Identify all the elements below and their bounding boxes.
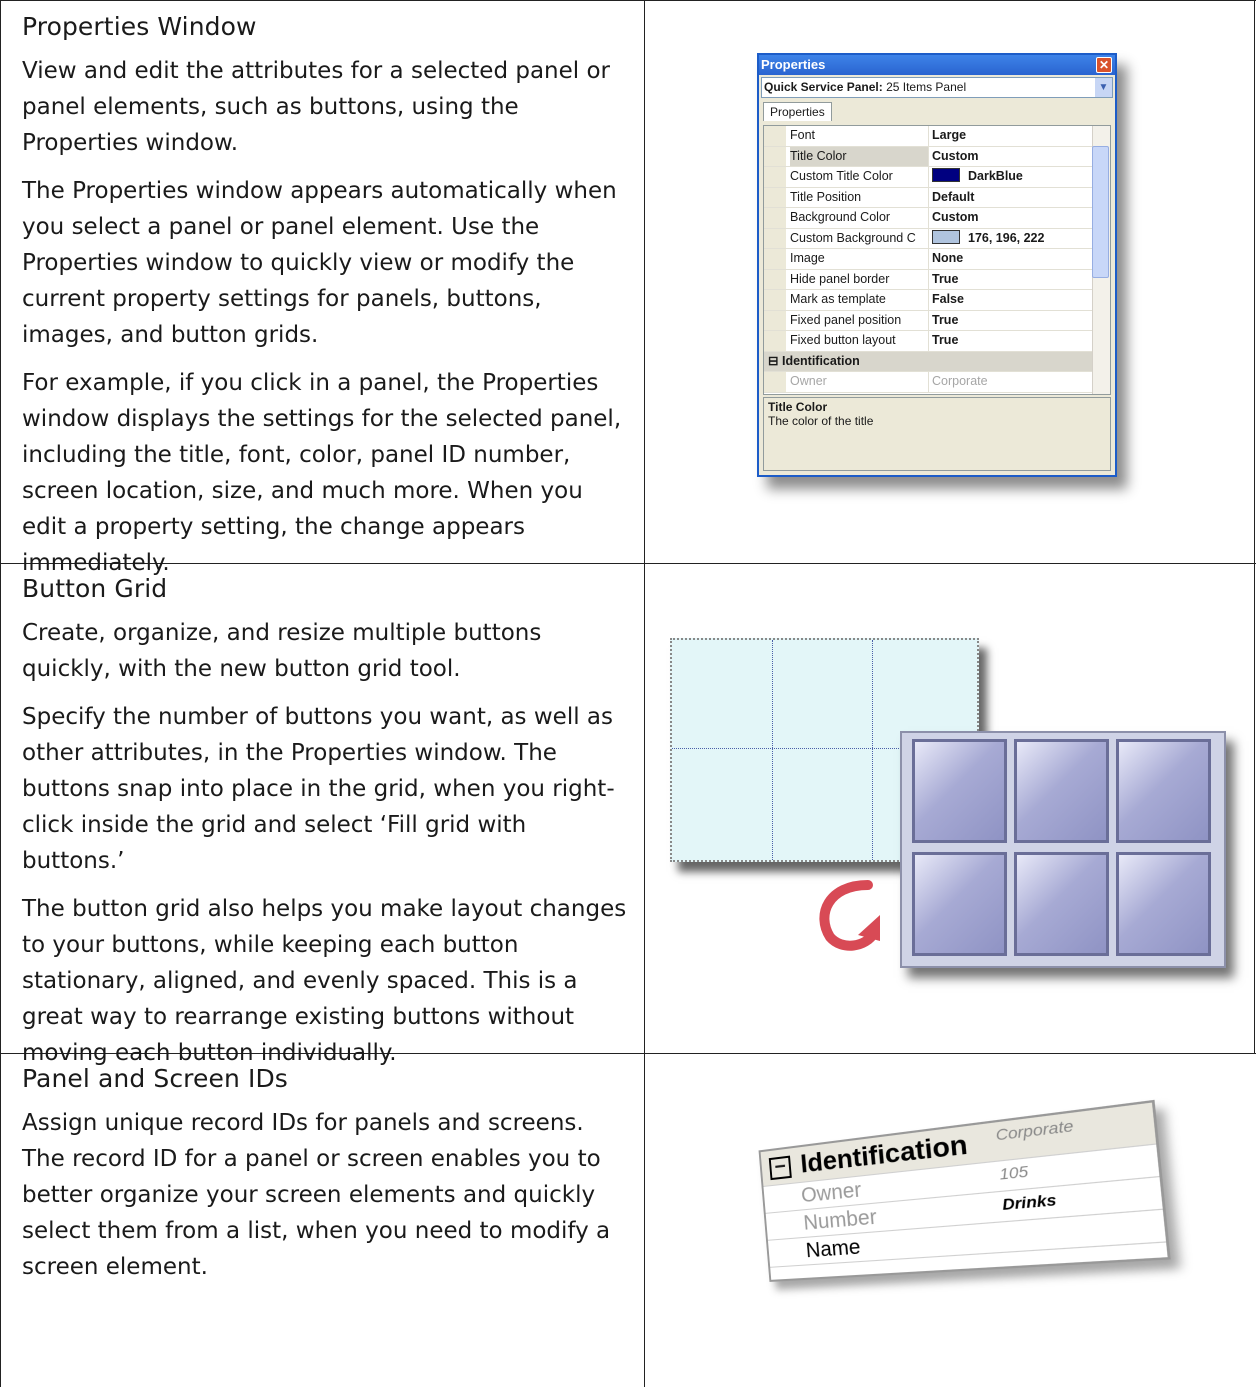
property-name: Font [790, 126, 929, 146]
section-title: Panel and Screen IDs [22, 1064, 288, 1093]
object-selector[interactable]: Quick Service Panel: 25 Items Panel ▼ [761, 77, 1113, 98]
property-name: Title Color [790, 146, 929, 166]
property-value: Custom [932, 208, 979, 227]
column-divider [644, 0, 645, 1387]
properties-window-title: Properties [761, 57, 826, 72]
object-selector-type: Quick Service Panel: [764, 80, 883, 94]
identification-name: Number [802, 1205, 878, 1235]
property-value: False [932, 290, 964, 309]
section-button-grid: Button Grid Create, organize, and resize… [22, 574, 628, 1083]
property-row[interactable]: Hide panel border True [764, 269, 1110, 290]
close-icon[interactable]: ✕ [1096, 57, 1112, 73]
object-selector-name: 25 Items Panel [882, 80, 967, 94]
category-label: Identification [781, 353, 860, 368]
section-paragraph: The Properties window appears automatica… [22, 178, 617, 348]
property-value-text: Custom [932, 148, 979, 163]
section-paragraph: Assign unique record IDs for panels and … [22, 1110, 611, 1280]
properties-window-titlebar: Properties ✕ [759, 55, 1115, 75]
property-row[interactable]: Font Large [764, 126, 1110, 147]
grid-button [912, 739, 1007, 843]
color-swatch [932, 168, 960, 182]
property-name: Owner [790, 372, 929, 392]
category-row[interactable]: ⊟ Identification [764, 351, 1110, 372]
property-row[interactable]: Owner Corporate [764, 372, 1110, 393]
property-row[interactable]: Title Color Custom [764, 146, 1110, 167]
collapse-icon: − [768, 1155, 792, 1181]
property-value: True [932, 331, 958, 350]
table-border-right [1254, 0, 1255, 1053]
section-title: Button Grid [22, 574, 168, 603]
property-description: Title Color The color of the title [763, 397, 1111, 471]
property-scrollbar[interactable] [1092, 126, 1110, 394]
property-value: 176, 196, 222 [932, 229, 1044, 248]
section-paragraph: For example, if you click in a panel, th… [22, 370, 622, 576]
property-name: Title Position [790, 187, 929, 207]
grid-button [912, 852, 1007, 956]
identification-name: Owner [800, 1178, 863, 1208]
section-paragraph: View and edit the attributes for a selec… [22, 58, 611, 156]
property-row[interactable]: Title Position Default [764, 187, 1110, 208]
property-value: Default [932, 188, 974, 207]
property-value-text: True [932, 312, 959, 327]
section-paragraph: Create, organize, and resize multiple bu… [22, 620, 542, 682]
property-value: Custom [932, 147, 979, 166]
property-value-text: Custom [932, 210, 979, 224]
property-row[interactable]: Mark as template False [764, 290, 1110, 311]
curved-arrow-icon [819, 880, 880, 951]
section-paragraph: Specify the number of buttons you want, … [22, 704, 615, 874]
color-swatch [932, 229, 960, 244]
property-value-text: 176, 196, 222 [968, 230, 1045, 245]
property-value: Corporate [932, 374, 988, 388]
property-value-text: None [932, 251, 964, 265]
identification-value: 105 [998, 1161, 1029, 1183]
row-divider-top [0, 0, 1256, 1]
property-row[interactable]: Image None [764, 249, 1110, 270]
identification-value: Drinks [1001, 1190, 1058, 1214]
property-name: Custom Background C [790, 228, 929, 248]
property-name: Fixed button layout [790, 331, 929, 351]
section-title: Properties Window [22, 12, 257, 41]
property-value-text: DarkBlue [968, 169, 1023, 183]
section-properties-window: Properties Window View and edit the attr… [22, 12, 628, 593]
table-border-left [0, 0, 1, 1387]
collapse-icon[interactable]: ⊟ [768, 354, 778, 368]
identification-name: Name [805, 1235, 862, 1263]
property-value-text: True [932, 333, 959, 347]
scrollbar-thumb[interactable] [1092, 146, 1109, 278]
identification-value: Corporate [994, 1116, 1075, 1144]
property-value: Large [932, 126, 966, 145]
property-row[interactable]: Custom Title Color DarkBlue [764, 167, 1110, 188]
tab-properties[interactable]: Properties [763, 102, 832, 121]
property-row[interactable]: Fixed panel position True [764, 310, 1110, 331]
properties-window: Properties ✕ Quick Service Panel: 25 Ite… [757, 53, 1117, 477]
grid-button [1116, 739, 1211, 843]
property-row[interactable]: Background Color Custom [764, 208, 1110, 229]
grid-button [1014, 739, 1109, 843]
section-paragraph: The button grid also helps you make layo… [22, 896, 627, 1066]
property-value: DarkBlue [932, 167, 1023, 186]
property-name: Custom Title Color [790, 167, 929, 187]
property-row[interactable]: Custom Background C 176, 196, 222 [764, 228, 1110, 249]
property-value: True [932, 311, 958, 330]
property-grid: Font Large Title Color Custom Custom Title C… [763, 125, 1111, 395]
filled-button-grid [900, 731, 1226, 968]
property-value-text: True [932, 271, 959, 286]
property-name: Mark as template [790, 290, 929, 310]
property-name: Fixed panel position [790, 310, 929, 330]
property-name: Image [790, 249, 929, 269]
property-value: None [932, 249, 963, 268]
grid-button [1014, 852, 1109, 956]
chevron-down-icon[interactable]: ▼ [1095, 78, 1112, 97]
property-value: True [932, 270, 958, 289]
property-value-text: False [932, 292, 964, 306]
description-title: Title Color [768, 400, 828, 414]
grid-button [1116, 852, 1211, 956]
property-name: Hide panel border [790, 269, 929, 289]
description-text: The color of the title [768, 414, 874, 428]
section-panel-screen-ids: Panel and Screen IDs Assign unique recor… [22, 1064, 628, 1297]
property-name: Background Color [790, 208, 929, 228]
property-row[interactable]: Fixed button layout True [764, 331, 1110, 352]
property-value-text: Large [932, 128, 967, 142]
property-value-text: Default [932, 189, 975, 204]
